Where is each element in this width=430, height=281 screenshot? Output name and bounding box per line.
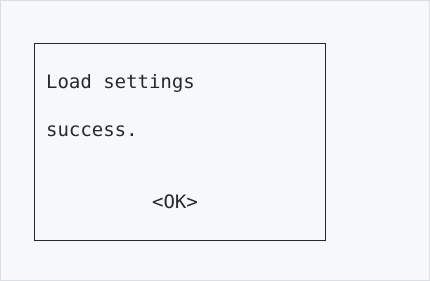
message-dialog: Load settings success. <OK> <box>34 43 326 241</box>
dialog-message-line-1: Load settings <box>46 71 195 93</box>
terminal-area: Load settings success. <OK> <box>0 0 430 281</box>
dialog-message-line-2: success. <box>46 119 138 141</box>
ok-button[interactable]: <OK> <box>152 189 198 215</box>
